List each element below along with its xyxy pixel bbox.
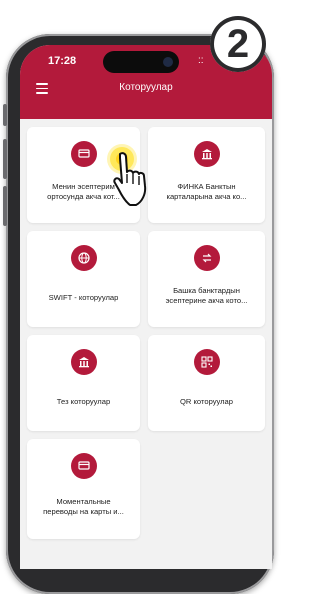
tile-fast-transfers[interactable]: Тез которуулар	[27, 335, 140, 431]
tile-label: SWIFT - которуулар	[48, 293, 119, 302]
tile-card-instant-transfers[interactable]: Моментальные переводы на карты и...	[27, 439, 140, 539]
status-indicator: ::	[198, 55, 204, 66]
tile-qr-transfers[interactable]: QR которуулар	[148, 335, 265, 431]
tile-label: QR которуулар	[179, 397, 234, 406]
step-number-badge: 2	[210, 16, 266, 72]
tile-label: Моментальные переводы на карты и...	[43, 497, 124, 516]
phone-volume-down-button	[3, 186, 7, 226]
status-time: 17:28	[48, 55, 77, 67]
camera-icon	[163, 57, 173, 67]
bank-icon	[70, 349, 97, 375]
tile-other-banks[interactable]: Башка банктардын эсептерине акча кото...	[148, 231, 265, 327]
tile-swift[interactable]: SWIFT - которуулар	[27, 231, 140, 327]
tile-finca-cards[interactable]: ФИНКА Банктын карталарына акча ко...	[148, 127, 265, 223]
exchange-arrows-icon	[193, 245, 220, 271]
phone-side-button	[3, 104, 7, 126]
bank-icon	[193, 141, 220, 167]
pointing-hand-icon	[113, 152, 147, 206]
page-title: Которуулар	[119, 82, 173, 93]
tile-label: ФИНКА Банктын карталарына акча ко...	[166, 182, 247, 201]
transfer-icon	[70, 141, 97, 167]
step-number: 2	[226, 22, 250, 66]
app-screen: 17:28 :: Которуулар Менин эсептерим орто…	[20, 45, 272, 569]
phone-volume-up-button	[3, 139, 7, 179]
tile-label: Тез которуулар	[56, 397, 111, 406]
transfer-icon	[70, 453, 97, 479]
tile-label: Башка банктардын эсептерине акча кото...	[165, 286, 248, 305]
globe-swift-icon	[70, 245, 97, 271]
qr-code-icon	[193, 349, 220, 375]
